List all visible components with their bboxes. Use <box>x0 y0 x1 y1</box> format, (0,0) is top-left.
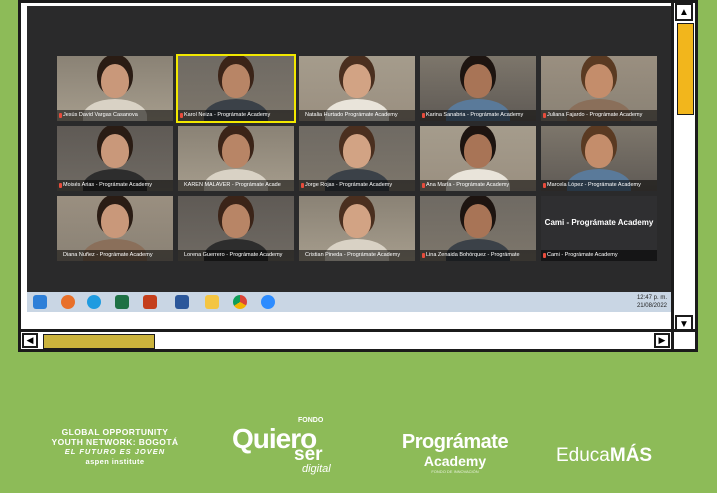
video-call-window: Jesús David Vargas Casanova Karol Neiza -… <box>18 0 698 352</box>
participant-tile[interactable]: Cristian Pineda - Prográmate Academy <box>299 196 415 261</box>
arrow-left-icon: ◀ <box>26 335 34 345</box>
muted-mic-icon <box>59 183 62 188</box>
muted-mic-icon <box>180 113 183 118</box>
educa-part1: Educa <box>556 445 610 466</box>
participant-name: Moisés Arias - Prográmate Academy <box>57 180 173 191</box>
gony-line2: YOUTH NETWORK: BOGOTÁ <box>51 437 179 447</box>
participant-face <box>343 134 371 168</box>
programate-line1: Prográmate <box>401 431 509 453</box>
clock-date: 21/08/2022 <box>636 303 667 309</box>
horizontal-scroll-thumb[interactable] <box>43 334 155 349</box>
chrome-icon[interactable] <box>233 295 247 309</box>
participant-face <box>222 134 250 168</box>
participant-name: Karol Neiza - Prográmate Academy <box>178 110 294 121</box>
educamas-logo: EducaMÁS <box>556 445 652 467</box>
muted-mic-icon <box>422 113 425 118</box>
participant-face <box>101 64 129 98</box>
gony-tagline: EL FUTURO ES JOVEN <box>64 447 166 456</box>
meeting-screen: Jesús David Vargas Casanova Karol Neiza -… <box>27 6 671 312</box>
participant-name: Jesús David Vargas Casanova <box>57 110 173 121</box>
participant-tile[interactable]: Ana María - Prográmate Academy <box>420 126 536 191</box>
scroll-left-button[interactable]: ◀ <box>22 333 38 348</box>
participant-tile[interactable]: Jesús David Vargas Casanova <box>57 56 173 121</box>
clock-time: 12:47 p. m. <box>636 295 667 301</box>
participant-tile[interactable]: Karol Neiza - Prográmate Academy <box>176 54 296 123</box>
participant-face <box>464 64 492 98</box>
arrow-up-icon: ▲ <box>679 6 689 18</box>
participant-face <box>343 204 371 238</box>
arrow-right-icon: ▶ <box>658 335 666 345</box>
participant-name: KAREN MALAVER - Prográmate Acade <box>178 180 294 191</box>
participant-tile[interactable]: KAREN MALAVER - Prográmate Acade <box>178 126 294 191</box>
participant-face <box>464 134 492 168</box>
participant-name: Cami - Prográmate Academy <box>541 250 657 261</box>
participant-name: Marcela López - Prográmate Academy <box>541 180 657 191</box>
muted-mic-icon <box>301 183 304 188</box>
edge-icon[interactable] <box>87 295 101 309</box>
system-clock[interactable]: 12:47 p. m. 21/08/2022 <box>637 294 667 310</box>
quiero-ser-digital-logo: FONDO Quiero ser digital <box>232 417 352 477</box>
participant-tile[interactable]: Natalia Hurtado Prográmate Academy <box>299 56 415 121</box>
participant-face <box>343 64 371 98</box>
excel-icon[interactable] <box>115 295 129 309</box>
muted-mic-icon <box>422 183 425 188</box>
programate-logo: Prográmate Academy FONDO DE INNOVACIÓN <box>380 431 530 474</box>
muted-mic-icon <box>543 183 546 188</box>
arrow-down-icon: ▼ <box>679 318 689 330</box>
powerpoint-icon[interactable] <box>143 295 157 309</box>
gony-line1: GLOBAL OPPORTUNITY <box>61 427 169 437</box>
participant-tile[interactable]: Marcela López - Prográmate Academy <box>541 126 657 191</box>
muted-mic-icon <box>543 113 546 118</box>
participant-tile[interactable]: Lina Zenaida Bohórquez - Prográmate <box>420 196 536 261</box>
participant-name: Ana María - Prográmate Academy <box>420 180 536 191</box>
educa-part2: MÁS <box>609 445 653 466</box>
participant-tile[interactable]: Juliana Fajardo - Prográmate Academy <box>541 56 657 121</box>
programate-small: FONDO DE INNOVACIÓN <box>431 469 479 474</box>
scroll-up-button[interactable]: ▲ <box>675 3 693 21</box>
participant-tile[interactable]: Diana Nuñez - Prográmate Academy <box>57 196 173 261</box>
participant-tile[interactable]: Karina Sanabria - Prográmate Academy <box>420 56 536 121</box>
participant-name: Natalia Hurtado Prográmate Academy <box>299 110 415 121</box>
vertical-scroll-thumb[interactable] <box>677 23 694 115</box>
scroll-right-button[interactable]: ▶ <box>654 333 670 348</box>
participant-face <box>101 204 129 238</box>
gony-logo: GLOBAL OPPORTUNITY YOUTH NETWORK: BOGOTÁ… <box>40 427 190 467</box>
muted-mic-icon <box>422 253 425 258</box>
quiero-digital: digital <box>302 463 331 475</box>
programate-line2: Academy <box>423 453 487 469</box>
participant-name: Karina Sanabria - Prográmate Academy <box>420 110 536 121</box>
participant-name: Lina Zenaida Bohórquez - Prográmate <box>420 250 536 261</box>
participant-face <box>101 134 129 168</box>
windows-taskbar: 12:47 p. m. 21/08/2022 <box>27 292 671 312</box>
windows-start-icon[interactable] <box>33 295 47 309</box>
muted-mic-icon <box>59 113 62 118</box>
participant-name: Cristian Pineda - Prográmate Academy <box>299 250 415 261</box>
participant-face <box>222 204 250 238</box>
vertical-scrollbar[interactable]: ▲ ▼ <box>671 3 695 333</box>
muted-mic-icon <box>543 253 546 258</box>
participant-name: Jorge Rojas - Prográmate Academy <box>299 180 415 191</box>
participant-display-name: Cami - Prográmate Academy <box>544 218 654 227</box>
sponsor-footer: GLOBAL OPPORTUNITY YOUTH NETWORK: BOGOTÁ… <box>0 405 717 485</box>
participant-tile[interactable]: Lorena Guerrero - Prográmate Academy <box>178 196 294 261</box>
word-icon[interactable] <box>175 295 189 309</box>
horizontal-scrollbar[interactable]: ◀ ▶ <box>21 329 671 349</box>
firefox-icon[interactable] <box>61 295 75 309</box>
participant-face <box>464 204 492 238</box>
participant-face <box>222 64 250 98</box>
participant-tile[interactable]: Cami - Prográmate Academy Cami - Prográma… <box>541 196 657 261</box>
zoom-icon[interactable] <box>261 295 275 309</box>
participant-grid: Jesús David Vargas Casanova Karol Neiza -… <box>57 54 657 262</box>
participant-tile[interactable]: Moisés Arias - Prográmate Academy <box>57 126 173 191</box>
participant-face <box>585 64 613 98</box>
resize-grip-icon[interactable] <box>671 329 695 349</box>
participant-name: Diana Nuñez - Prográmate Academy <box>57 250 173 261</box>
participant-name: Juliana Fajardo - Prográmate Academy <box>541 110 657 121</box>
participant-tile[interactable]: Jorge Rojas - Prográmate Academy <box>299 126 415 191</box>
participant-face <box>585 134 613 168</box>
aspen-logo: aspen institute <box>85 457 145 466</box>
file-explorer-icon[interactable] <box>205 295 219 309</box>
participant-name: Lorena Guerrero - Prográmate Academy <box>178 250 294 261</box>
